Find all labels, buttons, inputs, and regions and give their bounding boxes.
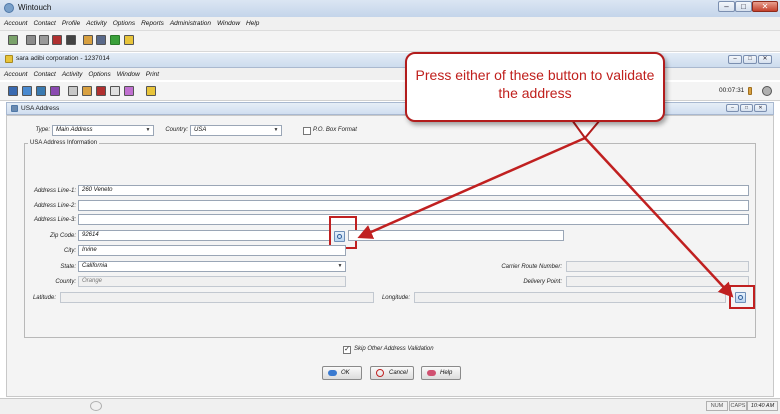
callout-tail — [570, 119, 603, 140]
arrow-to-zip-button — [357, 136, 586, 239]
instruction-callout: Press either of these button to validate… — [405, 52, 665, 122]
arrow-to-longitude-button — [584, 137, 734, 298]
